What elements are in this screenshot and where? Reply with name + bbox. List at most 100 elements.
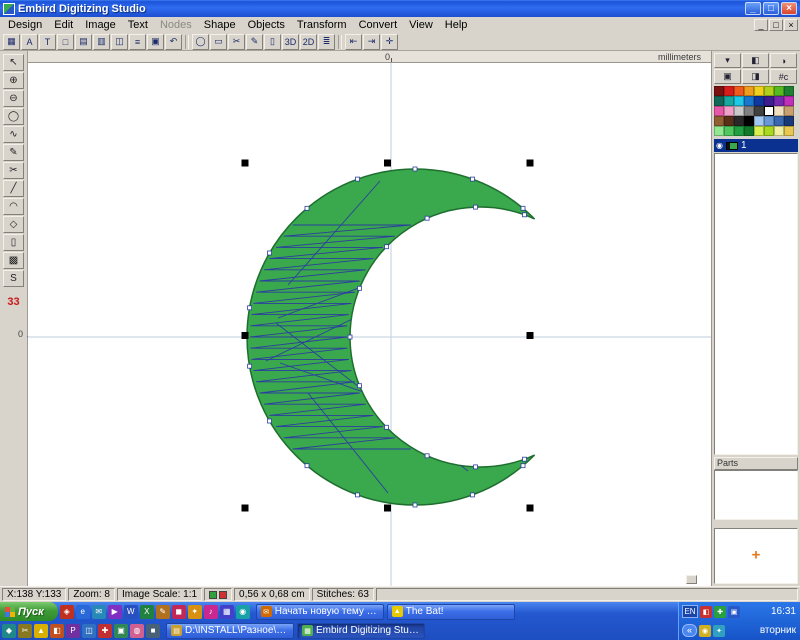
new-design-button[interactable]: □ <box>57 34 74 50</box>
palette-color-swatch[interactable] <box>774 106 784 116</box>
palette-color-swatch[interactable] <box>754 86 764 96</box>
tray-icon[interactable]: ◧ <box>700 606 712 618</box>
palette-color-swatch[interactable] <box>744 126 754 136</box>
preview-pane[interactable]: + <box>714 528 798 584</box>
undo-button[interactable]: ↶ <box>165 34 182 50</box>
merge-design-button[interactable]: ▥ <box>93 34 110 50</box>
canvas-corner-box[interactable] <box>686 575 697 584</box>
palette-color-swatch[interactable] <box>724 106 734 116</box>
rect-tool-button[interactable]: ▭ <box>210 34 227 50</box>
palette-color-swatch[interactable] <box>754 106 764 116</box>
palette-color-swatch[interactable] <box>714 96 724 106</box>
palette-color-swatch[interactable] <box>774 86 784 96</box>
menu-shape[interactable]: Shape <box>198 18 242 32</box>
quick-launch-icon[interactable]: ✂ <box>18 624 32 638</box>
close-button[interactable]: × <box>781 2 797 15</box>
text-tool-button[interactable]: T <box>39 34 56 50</box>
lasso-tool-button[interactable]: ∿ <box>3 126 24 143</box>
palette-color-swatch[interactable] <box>714 106 724 116</box>
menu-objects[interactable]: Objects <box>242 18 291 32</box>
zoom-in-tool-button[interactable]: ⊕ <box>3 72 24 89</box>
quick-launch-icon[interactable]: ▶ <box>108 605 122 619</box>
palette-color-swatch[interactable] <box>734 86 744 96</box>
mdi-minimize-button[interactable]: _ <box>754 19 768 31</box>
quick-launch-icon[interactable]: ▲ <box>34 624 48 638</box>
palette-color-swatch[interactable] <box>734 116 744 126</box>
language-indicator[interactable]: EN <box>682 605 698 618</box>
palette-color-swatch[interactable] <box>734 106 744 116</box>
swatch-view-button[interactable]: ▣ <box>714 69 741 84</box>
gradient-view-button[interactable]: ◨ <box>742 69 769 84</box>
zoom-out-tool-button[interactable]: ⊖ <box>3 90 24 107</box>
menu-design[interactable]: Design <box>2 18 48 32</box>
quick-launch-icon[interactable]: ◆ <box>2 624 16 638</box>
palette-color-swatch[interactable] <box>734 96 744 106</box>
center-design-button[interactable]: ✛ <box>381 34 398 50</box>
palette-color-swatch[interactable] <box>754 126 764 136</box>
task-button[interactable]: ▲ The Bat! <box>387 604 515 620</box>
palette-color-swatch[interactable] <box>724 126 734 136</box>
fill-tool-button[interactable]: ▩ <box>3 252 24 269</box>
palette-color-swatch[interactable] <box>774 96 784 106</box>
mdi-restore-button[interactable]: □ <box>769 19 783 31</box>
palette-color-swatch[interactable] <box>754 96 764 106</box>
hide-icons-chevron[interactable]: « <box>682 624 697 637</box>
select-tool-button[interactable]: ↖ <box>3 54 24 71</box>
object-list-area[interactable] <box>714 153 798 455</box>
params-button[interactable]: ≣ <box>318 34 335 50</box>
cut-tool-button[interactable]: ✂ <box>228 34 245 50</box>
palette-color-swatch[interactable] <box>784 116 794 126</box>
parts-list-area[interactable] <box>714 470 798 520</box>
palette-color-swatch[interactable] <box>744 116 754 126</box>
quick-launch-icon[interactable]: ■ <box>146 624 160 638</box>
quick-launch-icon[interactable]: X <box>140 605 154 619</box>
quick-launch-icon[interactable]: ◫ <box>82 624 96 638</box>
quick-launch-icon[interactable]: ◧ <box>50 624 64 638</box>
task-button[interactable]: ▦ Embird Digitizing Stud... <box>297 623 425 639</box>
quick-launch-icon[interactable]: ▦ <box>220 605 234 619</box>
curve-tool-button[interactable]: S <box>3 270 24 287</box>
palette-color-swatch[interactable] <box>784 86 794 96</box>
object-list-row[interactable]: ◉ 1 <box>714 139 798 152</box>
clock[interactable]: 16:31 <box>771 606 796 617</box>
menu-convert[interactable]: Convert <box>353 18 404 32</box>
menu-image[interactable]: Image <box>79 18 122 32</box>
palette-color-swatch[interactable] <box>774 126 784 136</box>
quick-launch-icon[interactable]: ✎ <box>156 605 170 619</box>
palette-color-swatch[interactable] <box>744 86 754 96</box>
tray-icon[interactable]: ✚ <box>714 606 726 618</box>
palette-color-swatch[interactable] <box>734 126 744 136</box>
start-button[interactable]: Пуск <box>0 602 58 621</box>
palette-color-swatch[interactable] <box>764 106 774 116</box>
quick-launch-icon[interactable]: ✚ <box>98 624 112 638</box>
quick-launch-icon[interactable]: ◼ <box>172 605 186 619</box>
font-select-button[interactable]: A <box>21 34 38 50</box>
palette-color-swatch[interactable] <box>764 86 774 96</box>
task-button[interactable]: ▤ D:\INSTALL\Разное\Embird <box>166 623 294 639</box>
menu-nodes[interactable]: Nodes <box>154 18 198 32</box>
quick-launch-icon[interactable]: ◉ <box>236 605 250 619</box>
palette-color-swatch[interactable] <box>784 106 794 116</box>
view-3d-button[interactable]: 3D <box>282 34 299 50</box>
thread-code-button[interactable]: #c <box>770 69 797 84</box>
jump-forward-button[interactable]: ⇥ <box>363 34 380 50</box>
palette-color-swatch[interactable] <box>764 96 774 106</box>
palette-color-swatch[interactable] <box>724 86 734 96</box>
tray-icon[interactable]: ◉ <box>699 625 711 637</box>
palette-color-swatch[interactable] <box>714 126 724 136</box>
maximize-button[interactable]: □ <box>763 2 779 15</box>
menu-help[interactable]: Help <box>439 18 474 32</box>
stitch-pattern-button[interactable]: ▦ <box>3 34 20 50</box>
quick-launch-icon[interactable]: e <box>76 605 90 619</box>
print-design-button[interactable]: ≡ <box>129 34 146 50</box>
palette-color-swatch[interactable] <box>764 116 774 126</box>
visibility-eye-icon[interactable]: ◉ <box>716 141 723 150</box>
view-2d-button[interactable]: 2D <box>300 34 317 50</box>
palette-color-swatch[interactable] <box>744 96 754 106</box>
palette-color-swatch[interactable] <box>724 116 734 126</box>
canvas-area[interactable] <box>28 63 711 586</box>
design-canvas[interactable] <box>28 63 711 586</box>
quick-launch-icon[interactable]: ✉ <box>92 605 106 619</box>
mdi-close-button[interactable]: × <box>784 19 798 31</box>
node-edit-tool-button[interactable]: ◇ <box>3 216 24 233</box>
